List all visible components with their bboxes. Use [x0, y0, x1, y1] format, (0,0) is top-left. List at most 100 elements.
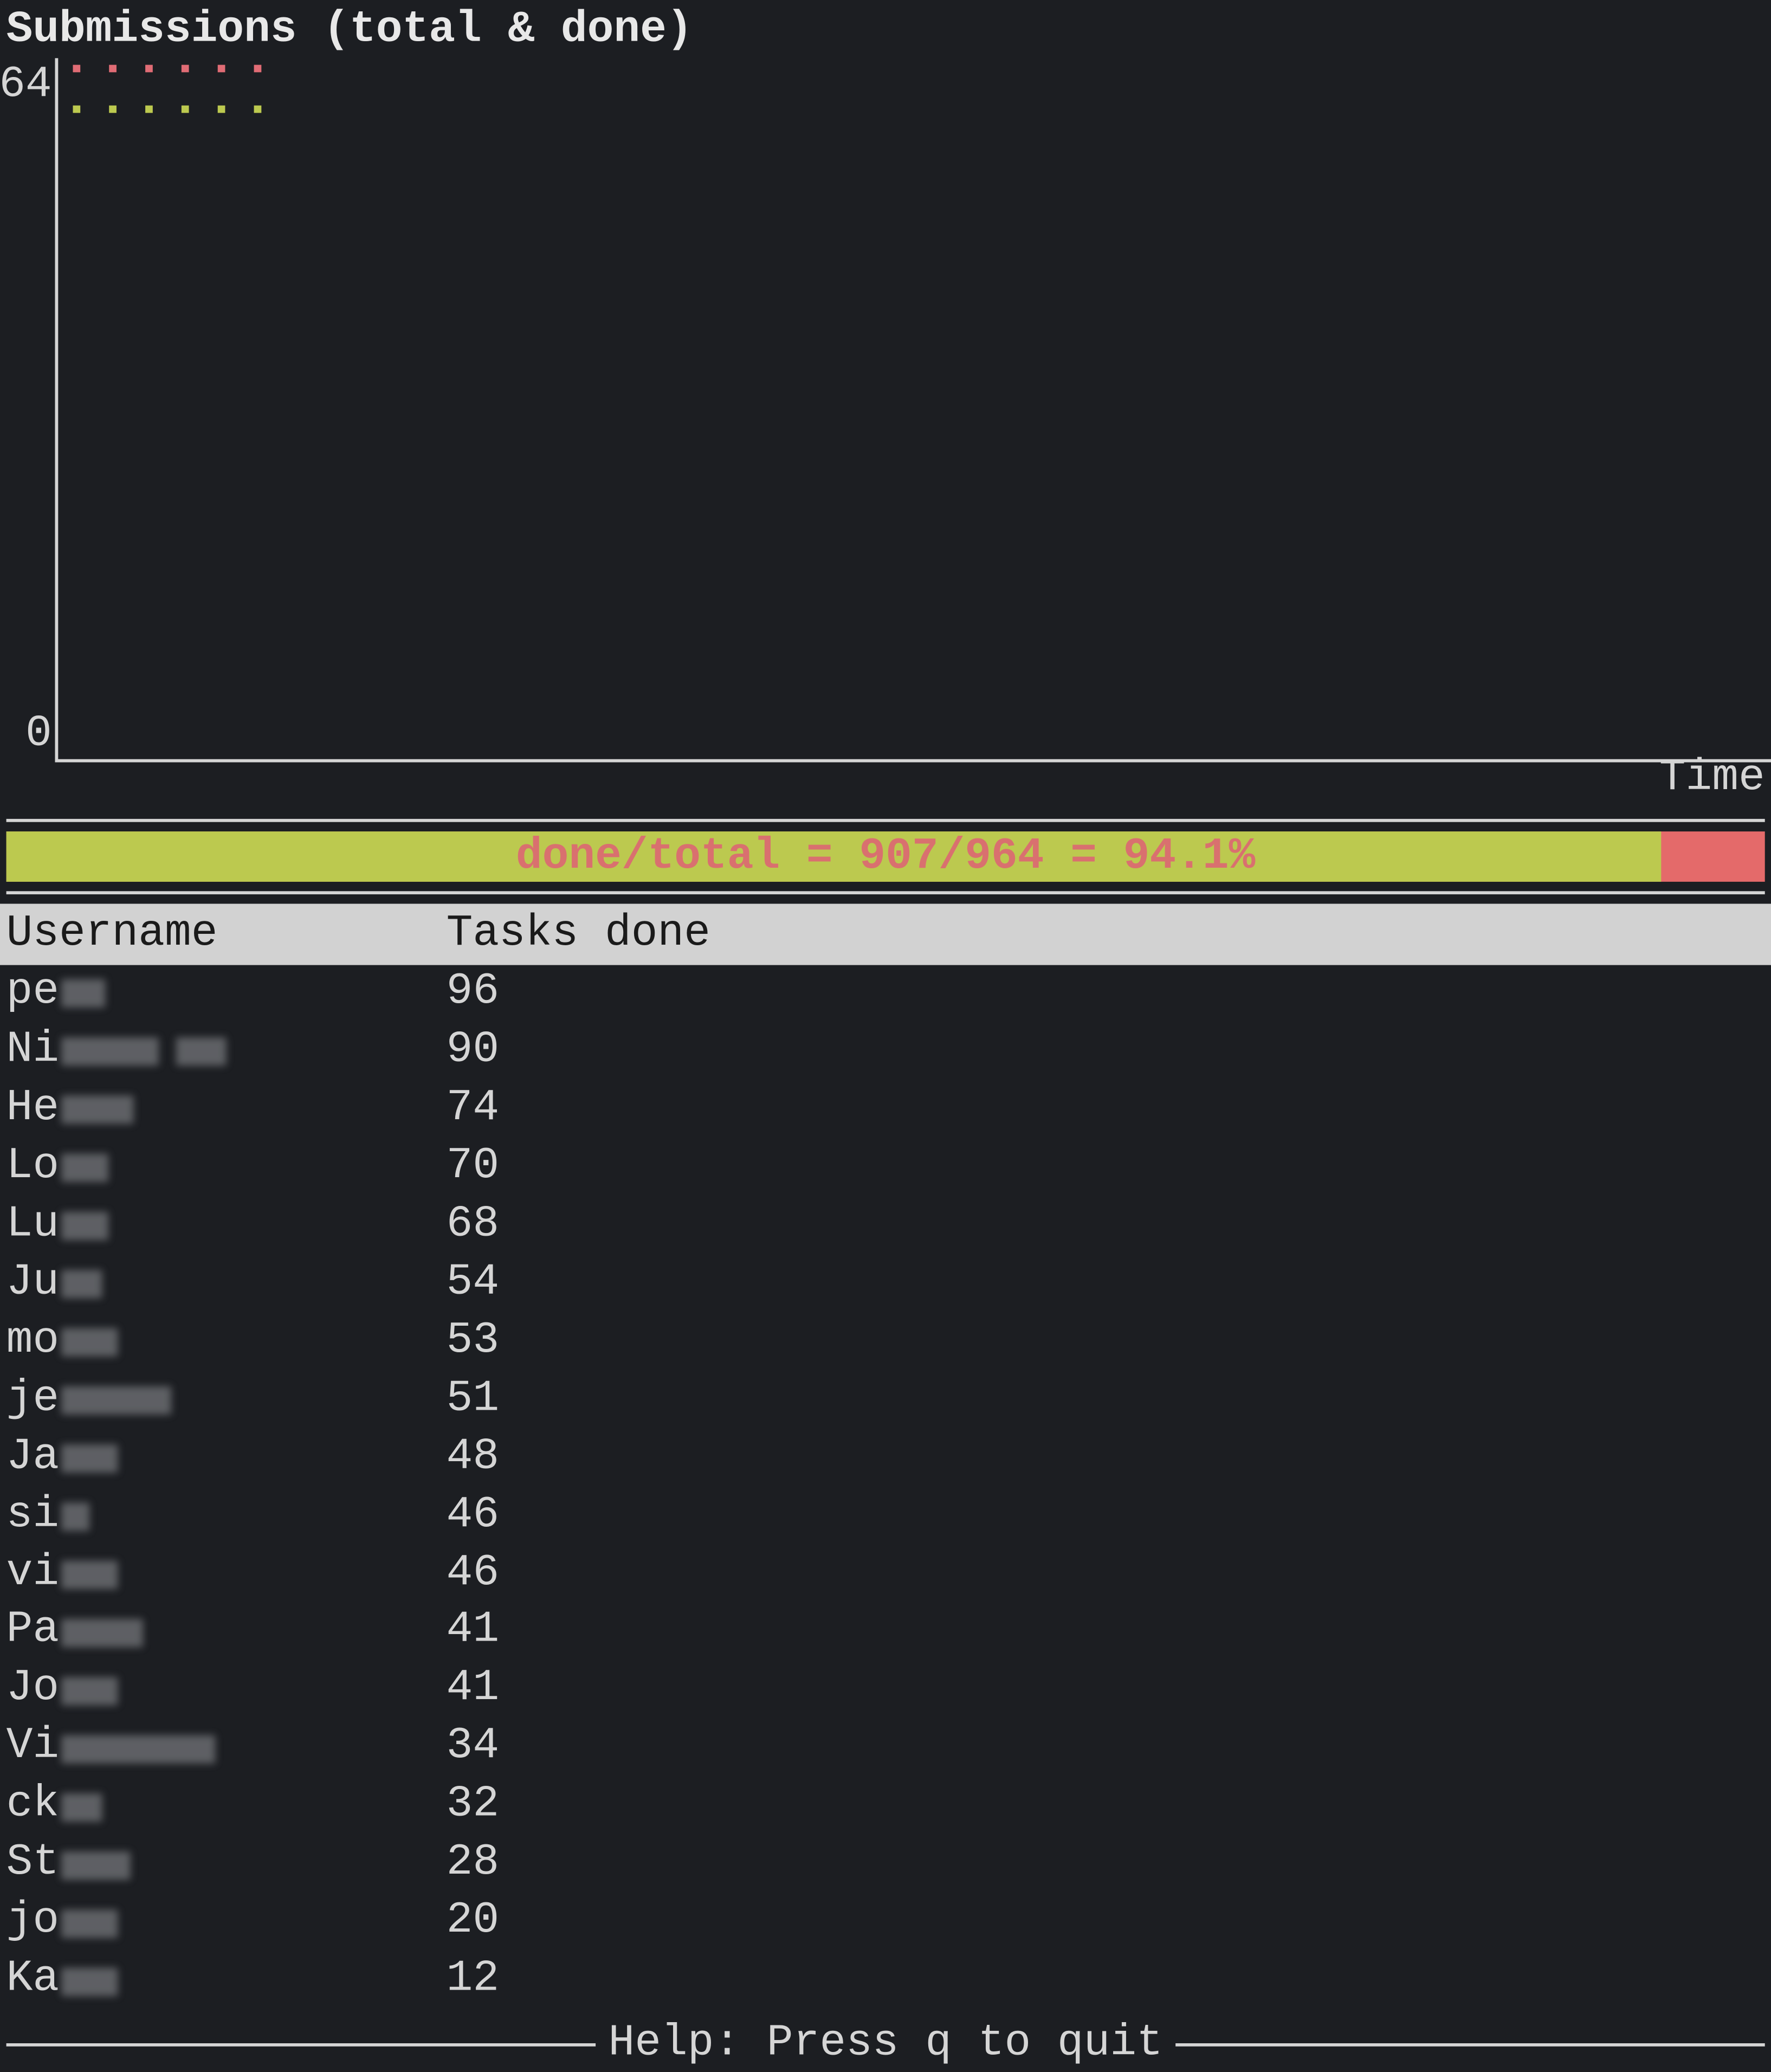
- table-row: je 51: [0, 1372, 1771, 1430]
- redacted-text: [61, 1793, 101, 1821]
- col-header-username: Username: [7, 907, 447, 962]
- username-cell: He: [7, 1081, 447, 1139]
- tasks-done-cell: 41: [447, 1604, 1765, 1662]
- tasks-done-cell: 48: [447, 1430, 1765, 1488]
- username-cell: Ni: [7, 1023, 447, 1081]
- redacted-text: [61, 1270, 101, 1299]
- table-row: Ni 90: [0, 1023, 1771, 1081]
- username-prefix: Lu: [7, 1197, 59, 1255]
- username-cell: pe: [7, 965, 447, 1023]
- redacted-text: [61, 1735, 215, 1763]
- help-line-right: [1175, 2043, 1765, 2046]
- chart-plot: ⠁⠁⠁⠁⠁⠁ ⠁⠁⠁⠁⠁⠁ Time: [55, 58, 1771, 762]
- redacted-text: [61, 1096, 133, 1124]
- chart-title: Submissions (total & done): [0, 0, 1771, 58]
- help-bar: Help: Press q to quit: [7, 2017, 1765, 2072]
- username-prefix: He: [7, 1081, 59, 1139]
- username-cell: Pa: [7, 1604, 447, 1662]
- username-prefix: si: [7, 1488, 59, 1546]
- divider: [7, 891, 1765, 894]
- username-cell: Ka: [7, 1952, 447, 2010]
- chart-area: 964 0 ⠁⠁⠁⠁⠁⠁ ⠁⠁⠁⠁⠁⠁ Time: [0, 58, 1771, 762]
- table-header: Username Tasks done: [0, 904, 1771, 965]
- table-row: He 74: [0, 1081, 1771, 1139]
- redacted-text: [61, 1677, 117, 1705]
- tasks-done-cell: 34: [447, 1720, 1765, 1778]
- tasks-done-cell: 54: [447, 1255, 1765, 1313]
- table-row: Jo 41: [0, 1662, 1771, 1720]
- tasks-done-cell: 90: [447, 1023, 1765, 1081]
- table-row: mo53: [0, 1314, 1771, 1372]
- tasks-done-cell: 74: [447, 1081, 1765, 1139]
- redacted-text: [176, 1038, 226, 1066]
- username-prefix: jo: [7, 1894, 59, 1952]
- y-max-label: 964: [0, 58, 52, 113]
- table-row: si 46: [0, 1488, 1771, 1546]
- tasks-done-cell: 70: [447, 1139, 1765, 1197]
- table-row: Lo 70: [0, 1139, 1771, 1197]
- tasks-done-cell: 41: [447, 1662, 1765, 1720]
- progress-text: done/total = 907/964 = 94.1%: [516, 829, 1255, 885]
- username-cell: Ja: [7, 1430, 447, 1488]
- username-prefix: Vi: [7, 1720, 59, 1778]
- username-prefix: je: [7, 1372, 59, 1430]
- table-row: ck 32: [0, 1778, 1771, 1836]
- username-cell: Ju: [7, 1255, 447, 1313]
- username-cell: si: [7, 1488, 447, 1546]
- username-cell: Lu: [7, 1197, 447, 1255]
- username-prefix: Jo: [7, 1662, 59, 1720]
- tasks-done-cell: 96: [447, 965, 1765, 1023]
- tasks-done-cell: 46: [447, 1488, 1765, 1546]
- username-prefix: vi: [7, 1546, 59, 1604]
- username-cell: St: [7, 1836, 447, 1894]
- divider: [7, 819, 1765, 822]
- tasks-done-cell: 12: [447, 1952, 1765, 2010]
- username-cell: vi: [7, 1546, 447, 1604]
- tasks-done-cell: 32: [447, 1778, 1765, 1836]
- col-header-tasks: Tasks done: [447, 907, 1765, 962]
- redacted-text: [61, 1561, 117, 1589]
- username-cell: ck: [7, 1778, 447, 1836]
- progress-bar: done/total = 907/964 = 94.1%: [7, 831, 1765, 882]
- help-text: Help: Press q to quit: [596, 2017, 1175, 2072]
- redacted-text: [61, 1328, 117, 1357]
- table-row: pe 96: [0, 965, 1771, 1023]
- table-row: Vi 34: [0, 1720, 1771, 1778]
- tasks-done-cell: 46: [447, 1546, 1765, 1604]
- redacted-text: [61, 1909, 117, 1938]
- redacted-text: [61, 1038, 158, 1066]
- redacted-text: [61, 1444, 117, 1473]
- table-row: Ka 12: [0, 1952, 1771, 2010]
- username-prefix: St: [7, 1836, 59, 1894]
- tasks-done-cell: 28: [447, 1836, 1765, 1894]
- table-row: St 28: [0, 1836, 1771, 1894]
- username-prefix: ck: [7, 1778, 59, 1836]
- username-cell: mo: [7, 1314, 447, 1372]
- username-cell: jo: [7, 1894, 447, 1952]
- redacted-text: [61, 1619, 143, 1647]
- username-prefix: Ju: [7, 1255, 59, 1313]
- username-prefix: Ja: [7, 1430, 59, 1488]
- y-min-label: 0: [25, 707, 52, 763]
- tasks-done-cell: 51: [447, 1372, 1765, 1430]
- redacted-text: [61, 1154, 108, 1183]
- table-row: Ja 48: [0, 1430, 1771, 1488]
- table-row: Pa 41: [0, 1604, 1771, 1662]
- redacted-text: [61, 1386, 171, 1415]
- y-axis: 964 0: [0, 58, 55, 762]
- username-prefix: Ni: [7, 1023, 59, 1081]
- username-prefix: mo: [7, 1314, 59, 1372]
- redacted-text: [61, 1851, 130, 1880]
- redacted-text: [61, 1503, 89, 1531]
- username-prefix: Lo: [7, 1139, 59, 1197]
- username-prefix: pe: [7, 965, 59, 1023]
- username-cell: Jo: [7, 1662, 447, 1720]
- username-prefix: Pa: [7, 1604, 59, 1662]
- username-cell: Lo: [7, 1139, 447, 1197]
- table-row: Lu68: [0, 1197, 1771, 1255]
- username-prefix: Ka: [7, 1952, 59, 2010]
- help-line-left: [7, 2043, 596, 2046]
- table-body: pe96Ni 90He74Lo70Lu68Ju54mo53je51Ja48si4…: [0, 965, 1771, 2011]
- tasks-done-cell: 20: [447, 1894, 1765, 1952]
- redacted-text: [61, 980, 105, 1008]
